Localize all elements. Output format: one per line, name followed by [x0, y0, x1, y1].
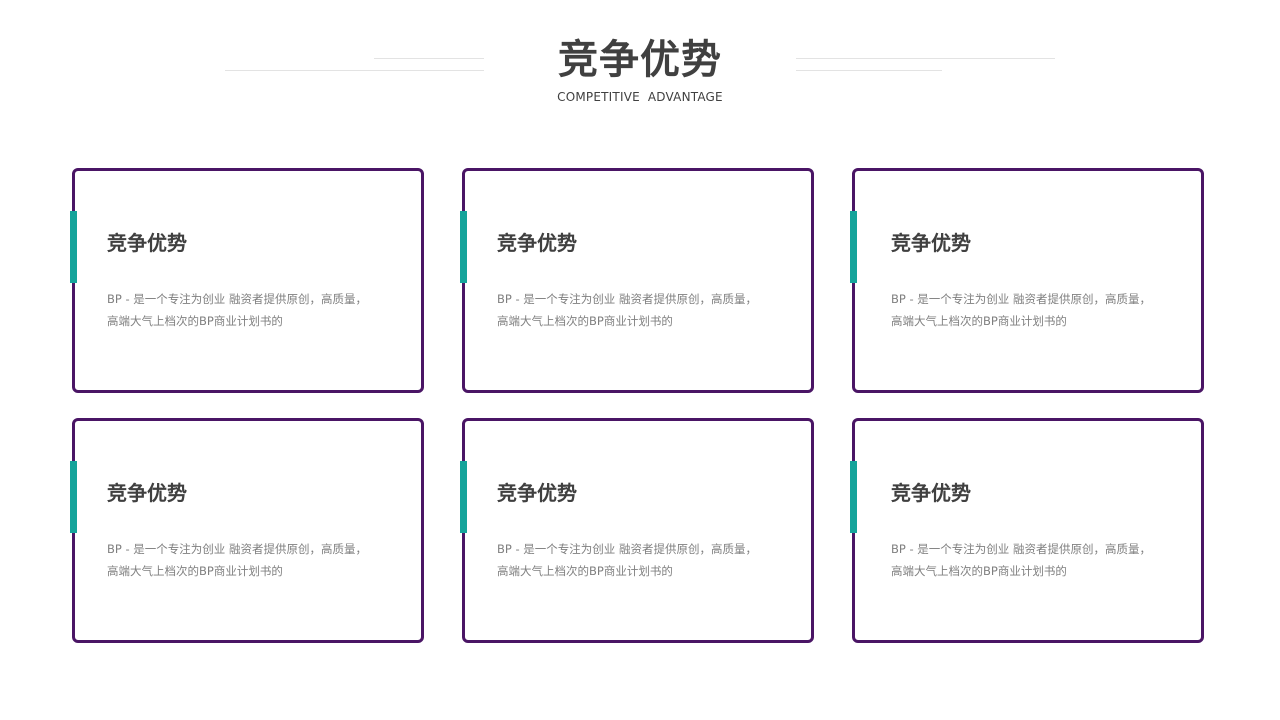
card-description-line: 高端大气上档次的BP商业计划书的: [497, 564, 673, 578]
card-description-line: 高端大气上档次的BP商业计划书的: [497, 314, 673, 328]
card-accent-bar: [70, 461, 77, 533]
card-description: BP - 是一个专注为创业 融资者提供原创，高质量， 高端大气上档次的BP商业计…: [891, 288, 1171, 332]
card-accent-bar: [70, 211, 77, 283]
card-description: BP - 是一个专注为创业 融资者提供原创，高质量， 高端大气上档次的BP商业计…: [107, 288, 387, 332]
advantage-card: 竞争优势 BP - 是一个专注为创业 融资者提供原创，高质量， 高端大气上档次的…: [850, 168, 1204, 393]
card-description: BP - 是一个专注为创业 融资者提供原创，高质量， 高端大气上档次的BP商业计…: [497, 538, 777, 582]
card-description-line: BP - 是一个专注为创业 融资者提供原创，高质量，: [497, 292, 757, 306]
card-title: 竞争优势: [497, 231, 577, 255]
card-description: BP - 是一个专注为创业 融资者提供原创，高质量， 高端大气上档次的BP商业计…: [107, 538, 387, 582]
card-description-line: 高端大气上档次的BP商业计划书的: [891, 314, 1067, 328]
advantage-card: 竞争优势 BP - 是一个专注为创业 融资者提供原创，高质量， 高端大气上档次的…: [850, 418, 1204, 643]
card-accent-bar: [850, 461, 857, 533]
card-title: 竞争优势: [497, 481, 577, 505]
card-description-line: 高端大气上档次的BP商业计划书的: [107, 564, 283, 578]
card-description: BP - 是一个专注为创业 融资者提供原创，高质量， 高端大气上档次的BP商业计…: [891, 538, 1171, 582]
card-description-line: 高端大气上档次的BP商业计划书的: [107, 314, 283, 328]
slide: 竞争优势 COMPETITIVE ADVANTAGE 竞争优势 BP - 是一个…: [0, 0, 1280, 720]
card-description-line: BP - 是一个专注为创业 融资者提供原创，高质量，: [891, 292, 1151, 306]
card-description-line: BP - 是一个专注为创业 融资者提供原创，高质量，: [107, 292, 367, 306]
card-accent-bar: [460, 461, 467, 533]
card-title: 竞争优势: [891, 231, 971, 255]
card-description-line: 高端大气上档次的BP商业计划书的: [891, 564, 1067, 578]
advantage-card: 竞争优势 BP - 是一个专注为创业 融资者提供原创，高质量， 高端大气上档次的…: [460, 418, 814, 643]
card-description-line: BP - 是一个专注为创业 融资者提供原创，高质量，: [107, 542, 367, 556]
page-subtitle: COMPETITIVE ADVANTAGE: [557, 90, 723, 104]
card-title: 竞争优势: [107, 231, 187, 255]
card-description-line: BP - 是一个专注为创业 融资者提供原创，高质量，: [891, 542, 1151, 556]
advantage-card: 竞争优势 BP - 是一个专注为创业 融资者提供原创，高质量， 高端大气上档次的…: [460, 168, 814, 393]
card-accent-bar: [850, 211, 857, 283]
card-description: BP - 是一个专注为创业 融资者提供原创，高质量， 高端大气上档次的BP商业计…: [497, 288, 777, 332]
page-title: 竞争优势: [558, 37, 722, 83]
card-description-line: BP - 是一个专注为创业 融资者提供原创，高质量，: [497, 542, 757, 556]
card-accent-bar: [460, 211, 467, 283]
advantage-card: 竞争优势 BP - 是一个专注为创业 融资者提供原创，高质量， 高端大气上档次的…: [70, 168, 424, 393]
advantage-card: 竞争优势 BP - 是一个专注为创业 融资者提供原创，高质量， 高端大气上档次的…: [70, 418, 424, 643]
card-title: 竞争优势: [891, 481, 971, 505]
card-title: 竞争优势: [107, 481, 187, 505]
